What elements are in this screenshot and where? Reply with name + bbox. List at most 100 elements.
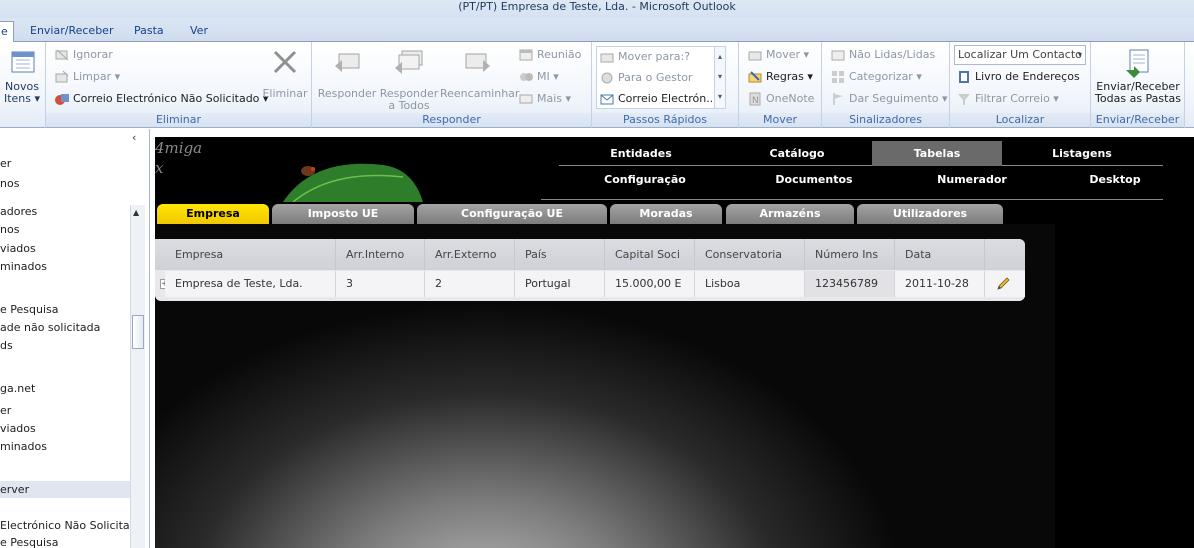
address-book-button[interactable]: Livro de Endereços	[956, 67, 1080, 87]
quick-steps-scroll[interactable]: ▴ ▾ ▾	[714, 47, 725, 108]
meeting-button[interactable]: Reunião	[518, 45, 581, 65]
quick-step-to-manager[interactable]: Para o Gestor	[599, 68, 692, 88]
col-header-arr-externo[interactable]: Arr.Externo	[425, 239, 515, 270]
nav-folder[interactable]: viados	[0, 240, 130, 257]
menu-entidades[interactable]: Entidades	[559, 141, 723, 166]
group-delete-label: Eliminar	[46, 113, 311, 127]
group-send-receive-label: Enviar/Receber	[1091, 113, 1184, 127]
tab-send-receive[interactable]: Enviar/Receber	[22, 21, 121, 42]
menu-catalogo[interactable]: Catálogo	[723, 141, 871, 166]
to-manager-icon	[601, 72, 613, 84]
scroll-up-icon[interactable]: ▲	[133, 208, 139, 217]
nav-folder[interactable]: minados	[0, 438, 130, 455]
calendar-icon	[11, 51, 35, 73]
menu-tabelas[interactable]: Tabelas	[872, 141, 1002, 166]
col-header-conservatoria[interactable]: Conservatoria	[695, 239, 805, 270]
subtab-empresa[interactable]: Empresa	[157, 204, 269, 224]
nav-folder[interactable]: er	[0, 155, 130, 172]
content-edge	[1180, 137, 1194, 548]
menu-divider-2	[541, 199, 1163, 200]
col-header-empresa[interactable]: Empresa	[155, 239, 336, 270]
nav-folder[interactable]: viados	[0, 420, 130, 437]
forward-button[interactable]: Reencaminhar	[440, 46, 519, 100]
subtab-configuracao-ue[interactable]: Configuração UE	[417, 204, 607, 224]
categorize-button[interactable]: Categorizar ▾	[830, 67, 922, 87]
col-header-pais[interactable]: País	[515, 239, 605, 270]
cell-capital-social: 15.000,00 E	[605, 271, 695, 297]
nav-folder[interactable]: nos	[0, 221, 130, 238]
cell-empresa: Empresa de Teste, Lda.	[165, 271, 336, 297]
col-header-capital-social[interactable]: Capital Soci	[605, 239, 695, 270]
categorize-icon	[832, 71, 844, 83]
email-icon	[600, 94, 614, 105]
group-respond: Responder Responder a Todos Reencaminhar…	[312, 42, 592, 128]
menu-documentos[interactable]: Documentos	[731, 167, 897, 192]
quick-step-move-to[interactable]: Mover para:?	[599, 47, 690, 67]
ignore-button[interactable]: Ignorar	[54, 45, 113, 65]
col-header-actions	[985, 239, 1025, 270]
unread-read-icon	[831, 50, 845, 61]
rules-icon	[748, 71, 762, 83]
tab-file[interactable]: e	[0, 21, 14, 42]
scroll-thumb[interactable]	[132, 315, 144, 349]
nav-scrollbar[interactable]: ▲	[130, 205, 145, 548]
nav-folder[interactable]: nos	[0, 175, 130, 192]
nav-folder[interactable]: ade não solicitada	[0, 319, 130, 336]
col-header-data[interactable]: Data	[895, 239, 985, 270]
col-header-arr-interno[interactable]: Arr.Interno	[336, 239, 425, 270]
flag-icon	[833, 93, 843, 105]
unread-read-button[interactable]: Não Lidas/Lidas	[830, 45, 935, 65]
svg-text:N: N	[752, 96, 759, 106]
reply-all-button[interactable]: Responder a Todos	[378, 46, 440, 112]
more-button[interactable]: Mais ▾	[518, 89, 571, 109]
forward-icon	[465, 53, 490, 72]
delete-button[interactable]: Eliminar	[260, 46, 310, 100]
subtab-imposto-ue[interactable]: Imposto UE	[272, 204, 414, 224]
new-items-button[interactable]: Novos Itens ▾	[0, 46, 44, 105]
menu-numerador[interactable]: Numerador	[897, 167, 1047, 192]
brand-logo-text: 4miga	[155, 139, 203, 157]
quick-step-email[interactable]: Correio Electrón...	[599, 89, 717, 109]
nav-folder[interactable]: Electrónico Não Solicitado	[0, 517, 130, 534]
quick-steps-gallery: Mover para:? Para o Gestor Correio Elect…	[596, 46, 726, 109]
pencil-edit-icon[interactable]	[995, 276, 1011, 292]
nav-folder[interactable]: e Pesquisa	[0, 301, 130, 318]
group-quick-steps: Mover para:? Para o Gestor Correio Elect…	[592, 42, 739, 128]
nav-folder[interactable]: er	[0, 402, 130, 419]
rules-button[interactable]: Regras ▾	[747, 67, 813, 87]
col-header-numero-inscricao[interactable]: Número Ins	[805, 239, 895, 270]
app-content: 4miga x Entidades Catálogo Tabelas Lista…	[155, 137, 1194, 548]
tab-folder[interactable]: Pasta	[126, 21, 172, 42]
subtab-moradas[interactable]: Moradas	[610, 204, 722, 224]
nav-folder-selected[interactable]: erver	[0, 481, 130, 498]
reply-button[interactable]: Responder	[316, 46, 378, 100]
im-button[interactable]: MI ▾	[518, 67, 559, 87]
filter-email-button[interactable]: Filtrar Correio ▾	[956, 89, 1059, 109]
find-contact-input[interactable]: Localizar Um Contacto ▾	[954, 45, 1086, 65]
move-button[interactable]: Mover ▾	[747, 45, 809, 65]
reply-icon	[335, 53, 360, 72]
collapse-pane-icon[interactable]: ‹	[132, 131, 136, 144]
menu-configuracao[interactable]: Configuração	[559, 167, 731, 192]
nav-folder[interactable]: ga.net	[0, 380, 130, 397]
junk-button[interactable]: Correio Electrónico Não Solicitado ▾	[54, 89, 268, 109]
nav-folder[interactable]: ds	[0, 337, 130, 354]
group-quick-steps-label: Passos Rápidos	[592, 113, 738, 127]
follow-up-button[interactable]: Dar Seguimento ▾	[830, 89, 948, 109]
reply-all-icon	[395, 50, 423, 74]
group-delete: Ignorar Limpar ▾ Correio Electrónico Não…	[46, 42, 312, 128]
nav-folder[interactable]: e Pesquisa	[0, 534, 130, 548]
menu-desktop[interactable]: Desktop	[1047, 167, 1183, 192]
onenote-button[interactable]: N OneNote	[747, 89, 814, 109]
clean-up-button[interactable]: Limpar ▾	[54, 67, 120, 87]
company-grid: Empresa Arr.Interno Arr.Externo País Cap…	[155, 239, 1025, 301]
tab-view[interactable]: Ver	[182, 21, 216, 42]
nav-folder[interactable]: minados	[0, 258, 130, 275]
subtab-utilizadores[interactable]: Utilizadores	[857, 204, 1003, 224]
subtab-armazens[interactable]: Armazéns	[726, 204, 854, 224]
menu-listagens[interactable]: Listagens	[1002, 141, 1162, 166]
nav-folder[interactable]: adores	[0, 203, 130, 220]
group-find: Localizar Um Contacto ▾ Livro de Endereço…	[950, 42, 1091, 128]
send-receive-all-button[interactable]: Enviar/Receber Todas as Pastas	[1095, 46, 1181, 105]
ignore-icon	[55, 49, 69, 61]
